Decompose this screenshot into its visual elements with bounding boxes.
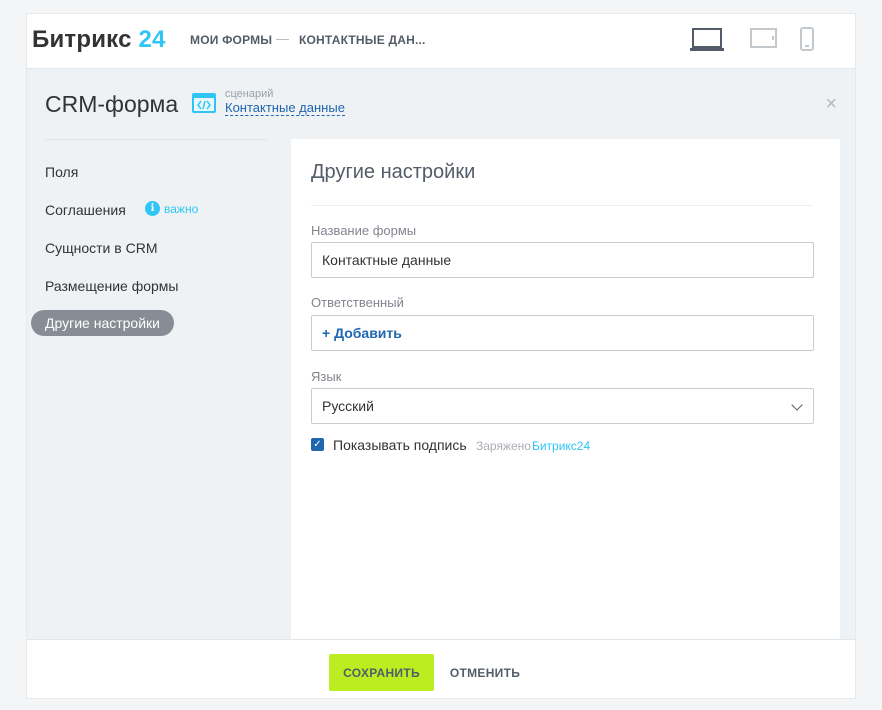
breadcrumb-current-form[interactable]: КОНТАКТНЫЕ ДАН... <box>299 33 426 47</box>
add-responsible-button[interactable]: + Добавить <box>322 325 402 341</box>
language-select[interactable]: Русский <box>311 388 814 424</box>
sidebar-item-agreements[interactable]: Соглашения <box>45 202 126 218</box>
breadcrumb-separator: — <box>276 31 289 46</box>
sidebar-item-other-settings[interactable]: Другие настройки <box>31 310 174 336</box>
page-title: CRM-форма <box>45 91 179 117</box>
scenario-link[interactable]: Контактные данные <box>225 101 345 116</box>
sidebar-item-fields[interactable]: Поля <box>45 164 78 180</box>
form-name-input[interactable]: Контактные данные <box>311 242 814 278</box>
logo-number: 24 <box>138 26 166 53</box>
tablet-icon[interactable] <box>750 27 778 56</box>
app-frame: Битрикс 24 МОИ ФОРМЫ — КОНТАКТНЫЕ ДАН... <box>27 14 855 698</box>
close-icon[interactable]: × <box>825 93 837 116</box>
phone-icon[interactable] <box>799 27 815 58</box>
powered-brand: Битрикс24 <box>531 439 591 453</box>
settings-panel: Другие настройки Название формы Контактн… <box>291 139 840 639</box>
cancel-button[interactable]: ОТМЕНИТЬ <box>445 654 525 691</box>
language-label: Язык <box>311 369 342 384</box>
powered-text: Заряжено <box>476 439 531 453</box>
badge-label: важно <box>164 201 199 216</box>
powered-by: ЗаряженоБитрикс24 <box>476 439 590 453</box>
form-header: CRM-форма сценарий Контактные данные × <box>27 69 855 139</box>
section-divider <box>311 205 813 206</box>
settings-sidebar: Поля Соглашения i важно Сущности в CRM Р… <box>27 139 291 639</box>
show-signature-checkbox[interactable]: ✓ <box>311 438 324 451</box>
responsible-field[interactable]: + Добавить <box>311 315 814 351</box>
show-signature-label[interactable]: Показывать подпись <box>333 437 467 453</box>
code-scenario-icon <box>192 93 216 113</box>
laptop-icon[interactable] <box>689 27 725 58</box>
settings-content: Другие настройки Название формы Контактн… <box>291 139 855 639</box>
save-button[interactable]: СОХРАНИТЬ <box>329 654 434 691</box>
breadcrumb-my-forms[interactable]: МОИ ФОРМЫ <box>190 33 272 47</box>
sidebar-item-crm-entities[interactable]: Сущности в CRM <box>45 240 157 256</box>
info-icon: i <box>145 201 160 216</box>
scenario-label: сценарий <box>225 88 274 100</box>
section-title: Другие настройки <box>311 161 476 183</box>
footer-bar: СОХРАНИТЬ ОТМЕНИТЬ <box>27 639 855 698</box>
form-name-label: Название формы <box>311 223 417 238</box>
responsible-label: Ответственный <box>311 295 404 310</box>
logo-text: Битрикс <box>32 26 132 53</box>
bitrix24-logo[interactable]: Битрикс 24 <box>32 26 166 54</box>
language-value: Русский <box>322 398 374 414</box>
important-badge: i важно <box>145 201 198 216</box>
top-bar: Битрикс 24 МОИ ФОРМЫ — КОНТАКТНЫЕ ДАН... <box>27 14 855 69</box>
chevron-down-icon <box>791 399 803 411</box>
sidebar-item-form-placement[interactable]: Размещение формы <box>45 278 179 294</box>
sidebar-divider <box>45 139 267 140</box>
